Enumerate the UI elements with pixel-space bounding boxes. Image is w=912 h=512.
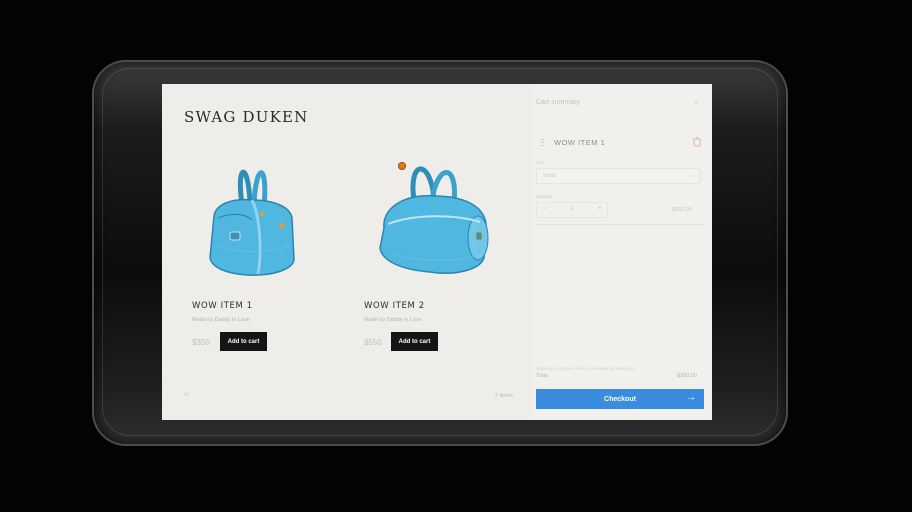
total-label: Total xyxy=(536,373,548,379)
drag-handle-icon[interactable] xyxy=(541,137,545,149)
arrow-right-icon: → xyxy=(686,392,696,403)
checkout-label: Checkout xyxy=(604,395,636,403)
hotspot-marker[interactable] xyxy=(398,162,406,170)
add-to-cart-button-2[interactable]: Add to cart xyxy=(391,332,438,351)
product-name-2[interactable]: WOW ITEM 2 xyxy=(364,301,425,311)
product-name-1[interactable]: WOW ITEM 1 xyxy=(192,301,253,311)
product-subtitle-2: Made by Daddy in Love xyxy=(364,317,422,323)
add-to-cart-button-1[interactable]: Add to cart xyxy=(220,332,267,351)
quantity-decrease-button[interactable]: − xyxy=(543,206,547,212)
line-price: $350.00 xyxy=(672,207,692,213)
size-select[interactable]: Small ⌄ xyxy=(536,168,700,184)
store-section: SWAG DUKEN WOW ITEM 1 Made by Daddy in L… xyxy=(162,84,530,420)
total-value: $350.00 xyxy=(677,373,697,379)
store-title: SWAG DUKEN xyxy=(184,108,309,126)
size-label: Size xyxy=(536,160,545,165)
item-count: 2 items xyxy=(495,393,513,399)
close-icon[interactable]: × xyxy=(694,98,699,107)
product-price-1: $350 xyxy=(192,338,210,347)
cart-item-name: WOW ITEM 1 xyxy=(554,138,606,147)
previous-page-button[interactable]: < xyxy=(184,390,189,399)
size-value: Small xyxy=(543,173,556,179)
product-subtitle-1: Made by Daddy in Love xyxy=(192,317,250,323)
shipping-note: Shipping and taxes will be calculated at… xyxy=(536,366,634,371)
app-screen: SWAG DUKEN WOW ITEM 1 Made by Daddy in L… xyxy=(162,84,712,420)
chevron-down-icon: ⌄ xyxy=(687,173,693,179)
cart-divider xyxy=(536,224,704,225)
trash-icon[interactable] xyxy=(693,137,701,147)
quantity-label: Quantity xyxy=(536,194,553,199)
quantity-stepper: − 1 + xyxy=(536,202,608,218)
quantity-increase-button[interactable]: + xyxy=(598,206,602,212)
checkout-button[interactable]: Checkout → xyxy=(536,389,704,409)
product-image-2[interactable] xyxy=(374,158,494,278)
product-image-1[interactable] xyxy=(202,156,302,281)
quantity-value[interactable]: 1 xyxy=(570,206,573,212)
cart-title: Cart summary xyxy=(536,99,580,106)
cart-panel: Cart summary × WOW ITEM 1 Size Small ⌄ Q… xyxy=(530,84,712,420)
product-price-2: $550 xyxy=(364,338,382,347)
